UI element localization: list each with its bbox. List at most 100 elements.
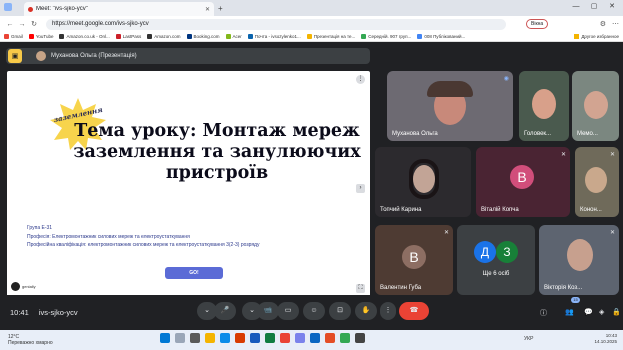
emoji-button[interactable]: ☺ (303, 302, 325, 320)
profile-button[interactable]: Вікна (526, 19, 549, 29)
participant-tile[interactable]: В ✕ Віталій Копча (476, 147, 570, 217)
bookmark-item[interactable]: Середній. 907 груп... (361, 34, 411, 39)
bookmark-icon (28, 34, 34, 39)
bookmark-item[interactable]: Amazon.com (147, 34, 181, 39)
participant-tile[interactable]: В ✕ Валентин Губа (375, 225, 453, 295)
app-icon[interactable] (340, 333, 350, 343)
bookmark-icon (4, 34, 9, 39)
participant-name: Конон... (580, 207, 602, 213)
powerpoint-icon[interactable] (235, 333, 245, 343)
host-controls-icon[interactable]: 🔒 (612, 308, 621, 316)
search-icon[interactable] (175, 333, 185, 343)
slide-more-icon[interactable]: ⋮ (356, 75, 365, 84)
go-button[interactable]: GO! (165, 267, 223, 279)
bookmark-item[interactable]: Презентація на те... (306, 34, 355, 39)
present-button[interactable]: ⊡ (329, 302, 351, 320)
speaking-icon: ◉ (503, 76, 509, 82)
windows-taskbar: 12°C Переважно хмарно УКР 10:43 14.10.20… (0, 330, 623, 350)
screen: Meet: "ivs-sjko-ycv" ✕ + — ▢ ✕ ← → ↻ htt… (0, 0, 623, 350)
slide-info: Група Е-31 Професія: Електромонтажник си… (27, 224, 259, 250)
extensions-icon[interactable]: ⚙ (600, 20, 606, 28)
participant-tile[interactable]: ✕ Конон... (575, 147, 619, 217)
participant-hair (427, 81, 473, 97)
forward-button[interactable]: → (16, 21, 28, 28)
teams-icon[interactable] (295, 333, 305, 343)
url-text: https://meet.google.com/ivs-sjko-ycv (52, 21, 149, 27)
next-slide-icon[interactable]: › (356, 184, 365, 193)
people-icon[interactable]: 👥 (565, 308, 574, 316)
end-call-button[interactable]: ☎ (399, 302, 429, 320)
participant-tile[interactable]: Мемо... (572, 71, 619, 141)
reload-button[interactable]: ↻ (28, 20, 40, 28)
bookmark-icon (247, 34, 253, 39)
outlook-icon[interactable] (310, 333, 320, 343)
chat-icon[interactable]: 💬 (584, 308, 593, 316)
bookmark-label: LastPass (122, 34, 142, 39)
back-button[interactable]: ← (4, 21, 16, 28)
task-view-icon[interactable] (190, 333, 200, 343)
browser-tab-meet[interactable]: Meet: "ivs-sjko-ycv" ✕ (24, 2, 214, 16)
file-explorer-icon[interactable] (205, 333, 215, 343)
close-window-button[interactable]: ✕ (603, 0, 621, 14)
clock[interactable]: 10:43 14.10.2025 (594, 333, 617, 345)
mic-off-icon: ✕ (609, 152, 615, 158)
fullscreen-icon[interactable]: ⛶ (356, 284, 365, 293)
more-participants-label: Ще 6 осіб (482, 271, 510, 277)
app-icon[interactable] (355, 333, 365, 343)
bookmark-label: Amazon.com (154, 34, 181, 39)
mic-off-icon: ✕ (443, 230, 449, 236)
bookmark-label: Acer (232, 34, 242, 39)
presentation-header: ▣ Муханова Ольга (Презентація) (6, 48, 370, 64)
participant-tile[interactable]: ◉ Муханова Ольга (387, 71, 513, 141)
participant-name: Віталій Копча (481, 207, 519, 213)
more-options-button[interactable]: ⋮ (380, 302, 396, 320)
more-menu-icon[interactable]: ⋯ (612, 20, 619, 28)
info-icon[interactable]: ⓘ (540, 308, 547, 318)
more-participants-tile[interactable]: Д З Ще 6 осіб (457, 225, 535, 295)
activities-icon[interactable]: ◈ (599, 308, 604, 316)
bookmark-label: Gmail (11, 34, 23, 39)
excel-icon[interactable] (265, 333, 275, 343)
presenter-label: Муханова Ольга (Презентація) (51, 53, 137, 59)
bookmark-item[interactable]: Gmail (4, 34, 23, 39)
close-tab-icon[interactable]: ✕ (205, 6, 210, 13)
meet-controls-bar: 10:41 ivs-sjko-ycv ⌄ 🎤 ⌄ 📹 ▭ ☺ ⊡ ✋ ⋮ ☎ ⓘ… (0, 295, 623, 328)
url-field[interactable]: https://meet.google.com/ivs-sjko-ycv (46, 18, 506, 30)
edge-icon[interactable] (220, 333, 230, 343)
mic-button[interactable]: 🎤 (214, 302, 236, 320)
participant-tile[interactable]: Топчий Карина (375, 147, 471, 217)
bookmark-label: Середній. 907 груп... (368, 34, 412, 39)
participant-tile[interactable]: ✕ Вікторія Коз... (539, 225, 619, 295)
new-tab-button[interactable]: + (218, 4, 223, 13)
participant-video (532, 89, 556, 119)
app-icon[interactable] (325, 333, 335, 343)
bookmark-item[interactable]: Почта - ivsozylenko1... (247, 34, 301, 39)
shared-slide[interactable]: заземлення Тема уроку: Монтаж мереж зазе… (7, 71, 370, 297)
system-tray[interactable]: УКР (524, 336, 533, 342)
browser-menu-icon[interactable] (4, 3, 12, 11)
other-bookmarks[interactable]: Другое избранное (574, 34, 619, 39)
raise-hand-button[interactable]: ✋ (355, 302, 377, 320)
meeting-code: ivs-sjko-ycv (38, 308, 78, 317)
maximize-button[interactable]: ▢ (585, 0, 603, 14)
word-icon[interactable] (250, 333, 260, 343)
bookmark-icon (186, 34, 192, 39)
bookmark-item[interactable]: Amazon.co.uk - Onl... (59, 34, 110, 39)
participant-tile[interactable]: Головек... (519, 71, 569, 141)
language-indicator[interactable]: УКР (524, 336, 533, 342)
captions-button[interactable]: ▭ (277, 302, 299, 320)
camera-button[interactable]: 📹 (257, 302, 279, 320)
start-icon[interactable] (160, 333, 170, 343)
bookmarks-bar: Gmail YouTube Amazon.co.uk - Onl... LastPas… (0, 32, 623, 42)
bookmark-item[interactable]: Acer (225, 34, 242, 39)
bookmark-item[interactable]: Booking.com (186, 34, 220, 39)
bookmark-item[interactable]: 008 Публікований... (417, 34, 465, 39)
mic-off-icon: ✕ (560, 152, 566, 158)
recording-dot-icon (28, 6, 33, 12)
bookmark-item[interactable]: YouTube (28, 34, 53, 39)
bookmark-item[interactable]: LastPass (115, 34, 142, 39)
weather-widget[interactable]: 12°C Переважно хмарно (8, 334, 53, 346)
bookmark-icon (225, 34, 231, 39)
chrome-icon[interactable] (280, 333, 290, 343)
minimize-button[interactable]: — (567, 0, 585, 14)
